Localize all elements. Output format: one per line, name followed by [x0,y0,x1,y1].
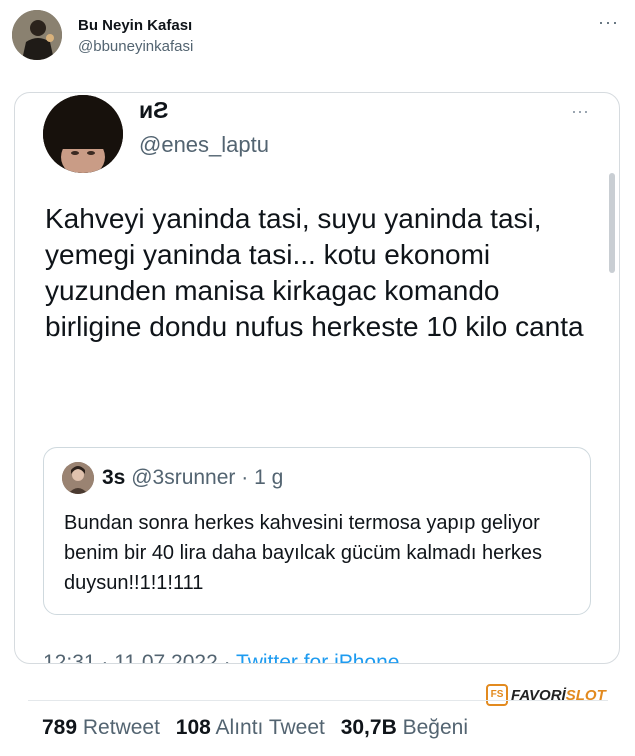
tweet-author-handle: @enes_laptu [139,132,269,157]
tweet-text: Kahveyi yaninda tasi, suyu yaninda tasi,… [45,203,584,342]
like-count: 30,7B [340,716,397,739]
quote-label: Alıntı Tweet [215,716,325,739]
profile-photo [43,95,123,173]
quoted-tweet-text: Bundan sonra herkes kahvesini termosa ya… [64,512,543,594]
quoted-author-avatar [62,462,94,494]
quotes-stat[interactable]: 108 Alıntı Tweet [176,716,341,739]
timestamp-text: 12:31 · 11.07.2022 · [43,651,237,664]
likes-stat[interactable]: 30,7B Beğeni [341,716,478,739]
watermark-badge-icon: FS [486,684,508,706]
author-handle[interactable]: @bbuneyinkafasi [78,38,193,55]
author-name[interactable]: Bu Neyin Kafası [78,17,192,34]
retweet-label: Retweet [82,716,160,739]
scrollbar [609,173,615,273]
user-avatar-icon[interactable] [12,10,62,60]
quoted-tweet: 3s @3srunner · 1 g Bundan sonra herkes k… [43,447,591,615]
quoted-tweet-time: · 1 g [241,466,284,489]
like-label: Beğeni [402,716,468,739]
more-options-icon: ··· [571,101,589,121]
more-options-icon[interactable]: ··· [598,12,619,33]
divider [28,700,608,701]
retweet-count: 789 [42,716,78,739]
tweet-timestamp: 12:31 · 11.07.2022 · Twitter for iPhone [43,651,400,664]
source-link: Twitter for iPhone [236,651,400,664]
quoted-tweet-header: 3s @3srunner · 1 g [102,466,283,490]
retweets-stat[interactable]: 789 Retweet [42,716,176,739]
quoted-author-handle: @3srunner [131,466,236,489]
tweet-stats: 789 Retweet 108 Alıntı Tweet 30,7B Beğen… [42,716,478,740]
watermark-logo: FS FAVORİ SLOT [486,684,606,706]
embedded-tweet-image: ᴎƧ @enes_laptu ··· Kahveyi yaninda tasi,… [14,92,620,664]
tweet-author-name: ᴎƧ [139,97,169,123]
quote-count: 108 [175,716,211,739]
quoted-author-name: 3s [102,466,126,489]
